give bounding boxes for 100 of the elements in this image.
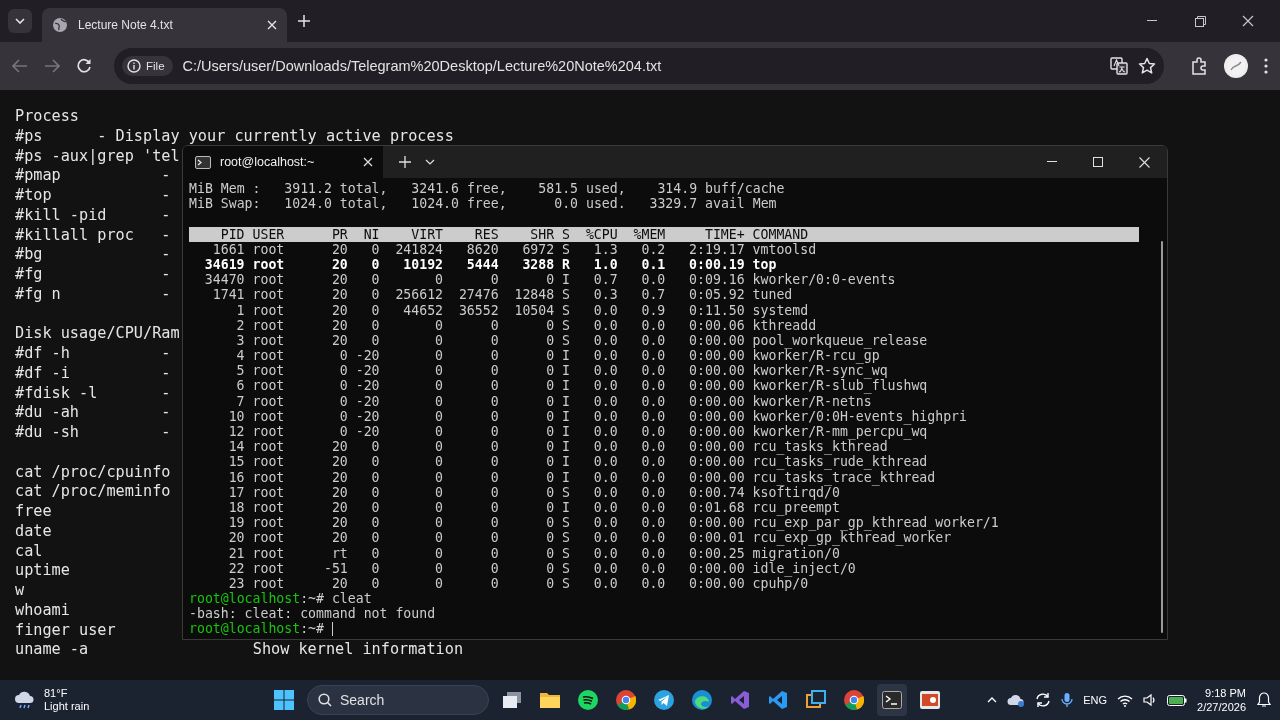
terminal-icon [195,155,211,169]
table-cell-text: 0.0 [640,272,666,288]
site-info-chip[interactable]: File [122,56,173,76]
scrollbar[interactable] [1161,241,1163,633]
browser-tab[interactable]: Lecture Note 4.txt [42,8,287,42]
table-cell-text: 0 [370,484,380,500]
speaker-icon[interactable] [1143,693,1158,707]
minimize-icon[interactable] [1047,161,1057,163]
table-cell-text: 0 [434,499,443,516]
table-cell-text: 0.0 [592,393,618,409]
back-icon[interactable] [12,59,28,73]
notification-icon[interactable] [1256,692,1272,708]
wifi-icon[interactable] [1117,693,1134,707]
close-icon[interactable] [1242,15,1254,27]
table-cell-text: 241824 [394,241,443,257]
table-cell: rcu_exp_par_gp_kthread_worker/1 [752,515,999,531]
table-cell-text: 0 [545,560,555,576]
table-cell: -20 [355,424,380,440]
table-cell-text: 0.0 [640,332,666,349]
table-cell-text: 20 [330,515,348,531]
table-cell-text: 0 [545,545,555,561]
table-cell-text: 20 [330,439,348,455]
table-cell-text: 0 [434,424,443,440]
text-line: #kill -pid - [15,205,171,226]
table-cell-text: 0.0 [640,560,666,576]
address-bar-url[interactable]: C:/Users/user/Downloads/Telegram%20Desktop/Lecture%20Note%204.txt [182,58,1100,74]
close-icon[interactable] [267,20,277,30]
table-cell-text: 0:00.00 [688,439,745,455]
table-cell-text: 0.0 [640,469,666,485]
terminal-tab[interactable]: root@localhost:~ [183,146,383,178]
table-cell-text: 0 [545,469,555,485]
text-line: cat /proc/cpuinfo [15,462,171,483]
table-cell: S [562,287,570,303]
table-cell-text: 0.0 [640,530,666,546]
table-cell-text: 0 [545,515,555,531]
table-cell-text: 0 [489,393,499,409]
table-cell-text: 6 [235,378,245,394]
search-field[interactable]: Search [307,685,489,715]
cloud-rain-icon[interactable] [14,690,36,710]
table-cell-text: 0 [489,484,499,500]
profile-avatar[interactable] [1224,54,1248,78]
table-cell-text: 0 [489,408,499,424]
tab-search-button[interactable] [8,9,32,33]
table-cell-text: 0.3 [592,287,618,303]
terminal-icon[interactable] [877,684,907,716]
restore-icon[interactable] [1194,15,1206,27]
table-cell-text: 0.0 [592,560,618,576]
table-cell-text: 0 [489,515,499,531]
table-cell-text: 1661 [211,241,245,257]
text-line: date [15,521,52,542]
table-cell-text: 0 [545,454,555,470]
translate-icon[interactable] [1110,57,1128,75]
text-line: uname -a [15,640,89,659]
table-cell: S [562,332,570,349]
table-cell-text: 0.0 [640,424,666,440]
table-cell: S [562,560,570,576]
table-cell-text: 0 [370,241,380,257]
table-cell-text: 0 [489,332,499,349]
table-cell-text: 0:00.01 [688,530,745,546]
maximize-icon[interactable] [1093,157,1103,167]
table-cell-text: root [252,560,286,576]
sync-icon[interactable] [1035,692,1052,708]
table-cell-text: 0 [338,348,348,364]
minimize-icon[interactable] [1147,20,1157,22]
table-cell-text: 0:00.00 [688,560,745,576]
table-cell: I [562,408,570,424]
language-indicator[interactable]: ENG [1083,694,1108,706]
close-icon[interactable] [363,157,373,167]
reload-icon[interactable] [76,58,92,74]
table-cell-text: 0 [489,424,499,440]
table-cell-text: 0.0 [592,317,618,333]
new-tab-icon[interactable] [297,14,311,28]
table-cell-text: 1.3 [592,241,618,257]
chevron-up-icon[interactable] [987,697,998,703]
table-cell-text: 0.0 [592,332,618,349]
table-cell-text: 0.0 [592,363,618,379]
text-line: #pmap - [15,166,171,186]
star-icon[interactable] [1138,57,1156,75]
close-icon[interactable] [1138,156,1150,168]
dropdown-icon[interactable] [425,159,435,165]
table-cell-text: 0 [370,332,380,349]
extensions-icon[interactable] [1190,57,1208,75]
table-cell-text: 0 [434,454,443,470]
microphone-icon[interactable] [1061,692,1074,708]
table-cell: top [752,256,777,273]
clock-time[interactable]: 9:18 PM [1205,686,1246,700]
table-cell-text: 0 [370,302,380,318]
battery-icon[interactable] [1167,694,1188,706]
table-cell: kworker/0:0-events [752,272,896,288]
clock-date[interactable]: 2/27/2026 [1197,700,1246,714]
new-tab-icon[interactable] [399,156,411,168]
table-cell-text: 0 [489,348,499,364]
column-header: S [562,226,570,242]
cloud-icon[interactable] [1007,693,1026,707]
forward-icon[interactable] [44,59,60,73]
table-cell-text: 19 [227,515,245,531]
column-header: NI [362,226,380,242]
more-menu-icon[interactable] [1264,58,1268,74]
table-cell-text: root [252,348,286,364]
table-cell-text: 0:00.06 [688,317,745,333]
